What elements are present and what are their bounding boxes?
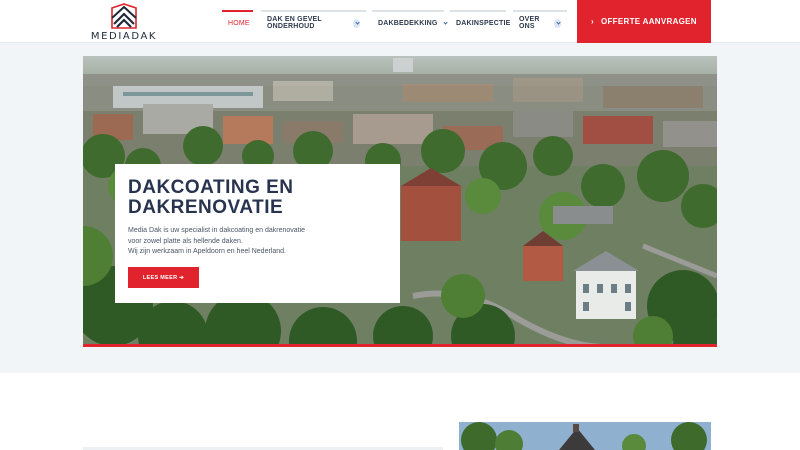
quote-request-button[interactable]: › OFFERTE AANVRAGEN [577,0,711,43]
chevron-right-icon: › [591,17,594,26]
nav-item-label: DAK EN GEVEL ONDERHOUD [267,16,322,30]
site-header: MEDIADAK HOME DAK EN GEVEL ONDERHOUD DAK… [0,0,800,43]
house-photo [459,422,711,450]
nav-item-dakbedekking[interactable]: DAKBEDEKKING [372,10,444,34]
nav-item-dakinspectie[interactable]: DAKINSPECTIE [450,10,510,34]
site-logo[interactable]: MEDIADAK [88,2,160,42]
read-more-button[interactable]: LEES MEER ➔ [128,267,199,288]
chevron-down-icon [352,18,360,28]
hero-description: Media Dak is uw specialist in dakcoating… [128,226,387,258]
nav-item-dak-en-gevel-onderhoud[interactable]: DAK EN GEVEL ONDERHOUD [261,10,366,34]
nav-item-over-ons[interactable]: OVER ONS [513,10,567,34]
hero-description-line: Media Dak is uw specialist in dakcoating… [128,227,306,234]
chevron-down-icon [553,18,561,28]
nav-item-home[interactable]: HOME [222,10,253,34]
nav-item-label: OVER ONS [519,16,540,30]
nav-item-label: DAKINSPECTIE [456,19,511,27]
logo-wordmark: MEDIADAK [90,31,158,42]
roof-logo-icon [111,3,137,29]
hero-description-line: Wij zijn werkzaam in Apeldoorn en heel N… [128,248,286,255]
nav-item-label: DAKBEDEKKING [378,19,438,27]
quote-request-label: OFFERTE AANVRAGEN [600,17,697,26]
hero-description-line: voor zowel platte als hellende daken. [128,237,243,245]
nav-item-label: HOME [228,19,250,27]
hero-title: DAKCOATING EN DAKRENOVATIE [128,177,294,218]
hero-card: DAKCOATING EN DAKRENOVATIE Media Dak is … [115,164,400,303]
house-photo-illustration [459,422,711,450]
